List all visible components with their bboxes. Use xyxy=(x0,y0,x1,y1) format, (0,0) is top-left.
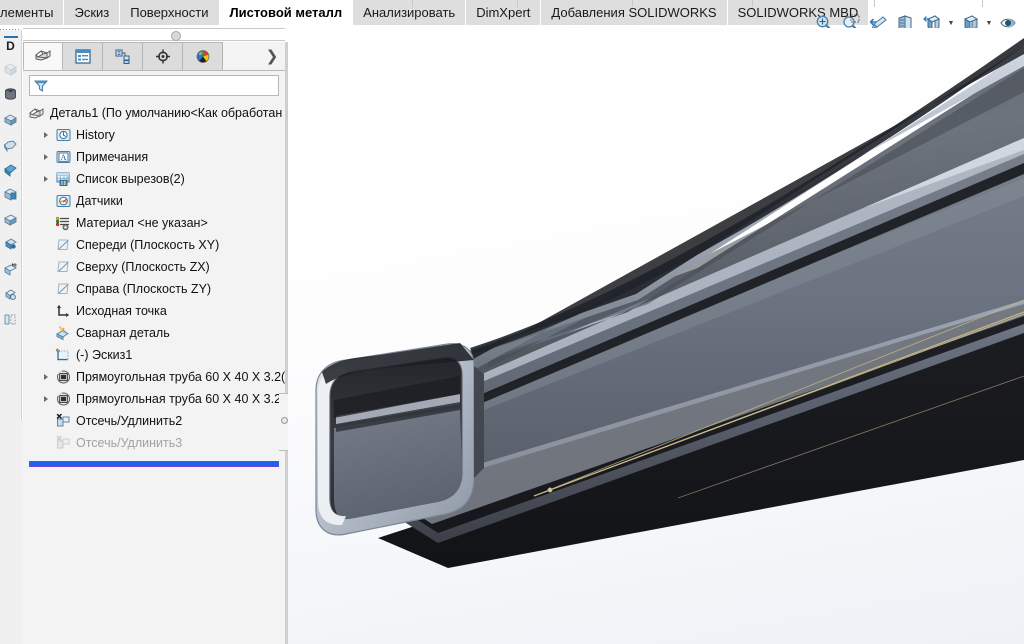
expand-arrow-icon[interactable] xyxy=(39,388,53,410)
feature-tree-icon xyxy=(34,50,50,61)
model-rectangular-tube xyxy=(315,38,1024,568)
tree-item-front-plane[interactable]: Спереди (Плоскость XY) xyxy=(23,234,285,256)
revolved-cut-icon[interactable] xyxy=(1,232,21,257)
tree-item-sketch1[interactable]: (-) Эскиз1 xyxy=(23,344,285,366)
linear-pattern-icon[interactable] xyxy=(1,282,21,307)
feature-tree: Деталь1 (По умолчанию<Как обработан Hist… xyxy=(23,98,285,467)
tree-item-trim-extend-3[interactable]: Отсечь/Удлинить3 xyxy=(23,432,285,454)
trim-extend-icon xyxy=(53,411,73,431)
fillet-icon[interactable] xyxy=(1,257,21,282)
annotations-icon: A xyxy=(53,147,73,167)
tree-item-top-plane[interactable]: Сверху (Плоскость ZX) xyxy=(23,256,285,278)
3d-sketch-button[interactable]: D xyxy=(1,32,21,57)
tree-item-label: Прямоугольная труба 60 X 40 X 3.2(3) xyxy=(76,370,285,384)
left-toolbar-backdrop xyxy=(0,420,23,644)
tree-item-trim-extend-2[interactable]: Отсечь/Удлинить2 xyxy=(23,410,285,432)
tree-item-label: Сверху (Плоскость ZX) xyxy=(76,260,210,274)
tree-item-label: Деталь1 (По умолчанию<Как обработан xyxy=(50,106,283,120)
expand-arrow-icon[interactable] xyxy=(39,146,53,168)
revolved-boss-icon[interactable] xyxy=(1,82,21,107)
tree-item-label: Спереди (Плоскость XY) xyxy=(76,238,220,252)
tree-item-label: Материал <не указан> xyxy=(76,216,208,230)
tree-item-right-plane[interactable]: Справа (Плоскость ZY) xyxy=(23,278,285,300)
left-command-toolbar: D xyxy=(0,30,22,420)
feature-tree-tab[interactable] xyxy=(23,42,63,70)
3d-sketch-label: D xyxy=(6,39,15,53)
dimxpert-target-icon xyxy=(155,49,170,64)
tree-item-annotations[interactable]: A Примечания xyxy=(23,146,285,168)
svg-text:A: A xyxy=(60,153,66,162)
tree-item-label: History xyxy=(76,128,115,142)
tree-item-label: Сварная деталь xyxy=(76,326,170,340)
material-icon xyxy=(53,213,73,233)
tabstrip-spacer xyxy=(223,42,259,70)
tree-item-origin[interactable]: Исходная точка xyxy=(23,300,285,322)
tree-item-label: Справа (Плоскость ZY) xyxy=(76,282,212,296)
tree-filter-input[interactable] xyxy=(49,78,278,93)
plane-icon xyxy=(53,279,73,299)
tree-item-material[interactable]: Материал <не указан> xyxy=(23,212,285,234)
ruler-ticks xyxy=(0,0,1024,8)
tree-top-splitter[interactable] xyxy=(23,28,285,42)
tree-item-weldment[interactable]: Сварная деталь xyxy=(23,322,285,344)
hole-wizard-icon[interactable] xyxy=(1,207,21,232)
origin-icon xyxy=(53,301,73,321)
plane-icon xyxy=(53,235,73,255)
sketch-endpoint xyxy=(547,487,553,493)
tree-item-label: Отсечь/Удлинить3 xyxy=(76,436,183,450)
tree-item-label: Датчики xyxy=(76,194,123,208)
tube-end-wall-thickness xyxy=(474,366,484,478)
tree-item-label: Примечания xyxy=(76,150,149,164)
weldment-icon xyxy=(53,323,73,343)
boundary-boss-icon[interactable] xyxy=(1,157,21,182)
dimxpert-manager-tab[interactable] xyxy=(143,42,183,70)
filter-funnel-icon xyxy=(33,78,49,94)
cut-list-icon xyxy=(53,169,73,189)
tree-item-cut-list[interactable]: Список вырезов(2) xyxy=(23,168,285,190)
tree-item-history[interactable]: History xyxy=(23,124,285,146)
feature-manager-panel: ❯ Деталь1 (По умолчанию<Как обработан Hi… xyxy=(23,42,285,644)
sketch-icon xyxy=(53,345,73,365)
tree-filter-box[interactable] xyxy=(29,75,279,96)
expand-arrow-icon[interactable] xyxy=(39,366,53,388)
graphics-viewport[interactable] xyxy=(288,28,1024,644)
tree-item-part[interactable]: Деталь1 (По умолчанию<Как обработан xyxy=(23,102,285,124)
extruded-boss-icon[interactable] xyxy=(1,57,21,82)
tree-item-label: Прямоугольная труба 60 X 40 X 3.2(4) xyxy=(76,392,285,406)
pattern-rib-icon[interactable] xyxy=(1,307,21,332)
tree-item-label: Отсечь/Удлинить2 xyxy=(76,414,183,428)
tree-item-label: (-) Эскиз1 xyxy=(76,348,133,362)
chevron-right-icon[interactable]: ❯ xyxy=(259,42,285,70)
property-manager-icon xyxy=(74,49,91,64)
feature-manager-grip-dot[interactable] xyxy=(281,417,288,424)
tree-item-label: Список вырезов(2) xyxy=(76,172,185,186)
display-manager-tab[interactable] xyxy=(183,42,223,70)
tree-item-structural-member-4[interactable]: Прямоугольная труба 60 X 40 X 3.2(4) xyxy=(23,388,285,410)
structural-member-icon xyxy=(53,367,73,387)
history-icon xyxy=(53,125,73,145)
expand-arrow-icon[interactable] xyxy=(39,168,53,190)
tree-item-sensors[interactable]: Датчики xyxy=(23,190,285,212)
structural-member-icon xyxy=(53,389,73,409)
plane-icon xyxy=(53,257,73,277)
expand-arrow-icon[interactable] xyxy=(39,124,53,146)
extruded-cut-icon[interactable] xyxy=(1,182,21,207)
property-manager-tab[interactable] xyxy=(63,42,103,70)
feature-manager-tabstrip: ❯ xyxy=(23,42,285,71)
part-icon xyxy=(27,103,47,123)
display-manager-color-sphere-icon xyxy=(196,50,209,63)
configuration-manager-icon xyxy=(115,49,129,64)
trim-extend-icon xyxy=(53,433,73,453)
rollback-bar[interactable] xyxy=(29,461,279,467)
sensors-icon xyxy=(53,191,73,211)
swept-boss-icon[interactable] xyxy=(1,107,21,132)
lofted-boss-icon[interactable] xyxy=(1,132,21,157)
tree-item-structural-member-3[interactable]: Прямоугольная труба 60 X 40 X 3.2(3) xyxy=(23,366,285,388)
tree-item-label: Исходная точка xyxy=(76,304,167,318)
configuration-manager-tab[interactable] xyxy=(103,42,143,70)
tree-splitter-grip[interactable] xyxy=(171,31,181,41)
